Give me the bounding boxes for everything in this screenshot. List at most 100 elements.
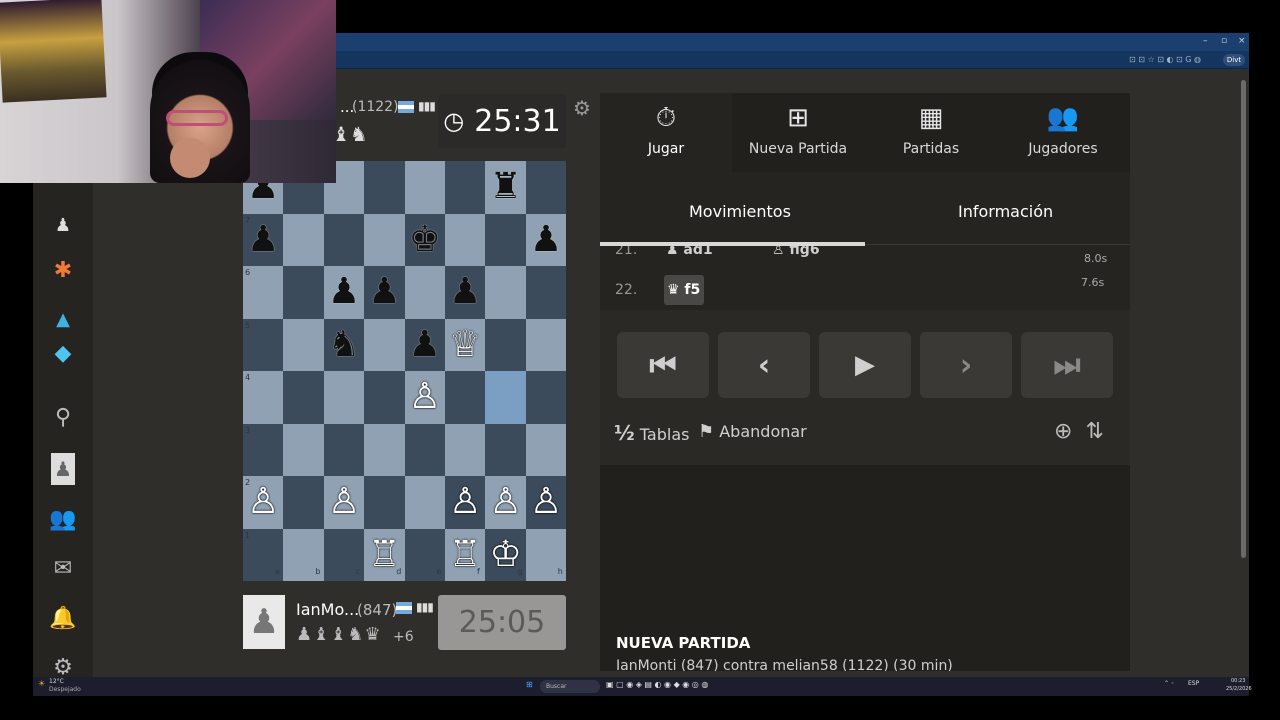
next-move-button[interactable]: ›: [920, 332, 1012, 398]
bell-icon[interactable]: 🔔: [49, 604, 77, 632]
piece-g2[interactable]: ♙: [485, 476, 525, 529]
player-name[interactable]: IanMo...: [296, 600, 359, 619]
maximize-button[interactable]: ▫: [1221, 36, 1227, 46]
square-c4[interactable]: [323, 371, 365, 424]
resign-button[interactable]: ⚑ Abandonar: [698, 421, 807, 442]
square-b2[interactable]: [283, 476, 324, 529]
square-e2[interactable]: [404, 476, 445, 529]
divider: [865, 244, 1130, 245]
square-e3[interactable]: [404, 423, 445, 476]
tab-partidas[interactable]: ▦ Partidas: [865, 93, 997, 172]
language-indicator[interactable]: ESP: [1188, 680, 1199, 687]
piece-h7[interactable]: ♟: [526, 214, 566, 267]
friends-icon[interactable]: 👥: [49, 505, 77, 533]
square-g7[interactable]: [485, 213, 526, 266]
extension-icon[interactable]: ⊡ ⊡ ☆ ⊡ ◐ ⊡ G ◍: [1129, 55, 1201, 64]
square-d5[interactable]: [364, 318, 405, 371]
square-d8[interactable]: [364, 161, 405, 214]
pawn-icon[interactable]: ♟: [49, 211, 77, 239]
search-icon[interactable]: ⚲: [49, 403, 77, 431]
taskbar-apps[interactable]: ▣ ▢ ◉ ◈ ▤ ◐ ◉ ◆ ◉ ◎ ◍: [606, 680, 708, 689]
tab-informacion[interactable]: Información: [958, 202, 1053, 221]
move-black[interactable]: ♙ fig6: [772, 246, 820, 258]
clock-time[interactable]: 00:23: [1231, 678, 1245, 684]
square-c3[interactable]: [323, 423, 365, 476]
first-move-button[interactable]: ⏮: [617, 332, 709, 398]
piece-e7[interactable]: ♚: [405, 214, 445, 267]
play-button[interactable]: ▶: [819, 332, 911, 398]
close-button[interactable]: ×: [1238, 36, 1246, 46]
clock-date[interactable]: 25/2/2026: [1226, 686, 1252, 692]
opponent-clock: ◷ 25:31: [438, 94, 566, 148]
piece-f6[interactable]: ♟: [445, 266, 485, 319]
square-f7[interactable]: [445, 213, 486, 266]
piece-f2[interactable]: ♙: [445, 476, 485, 529]
previous-move-button[interactable]: ‹: [718, 332, 810, 398]
add-pawn-icon[interactable]: ⊕: [1054, 419, 1072, 444]
tab-jugadores[interactable]: 👥 Jugadores: [997, 93, 1129, 172]
piece-a7[interactable]: ♟: [243, 214, 283, 267]
square-g6[interactable]: [485, 266, 526, 319]
square-b3[interactable]: [283, 423, 324, 476]
square-d2[interactable]: [364, 476, 405, 529]
weather-icon[interactable]: ☀: [38, 679, 45, 688]
square-b7[interactable]: [283, 213, 324, 266]
minimize-button[interactable]: –: [1203, 36, 1208, 46]
last-move-button[interactable]: ⏭: [1021, 332, 1113, 398]
square-e8[interactable]: [404, 161, 445, 214]
piece-c6[interactable]: ♟: [324, 266, 364, 319]
piece-a2[interactable]: ♙: [243, 476, 283, 529]
square-d7[interactable]: [364, 213, 405, 266]
piece-c5[interactable]: ♞: [324, 319, 364, 372]
current-move[interactable]: ♛ f5: [667, 282, 700, 298]
tab-nueva-partida[interactable]: ⊞ Nueva Partida: [732, 93, 864, 172]
square-d3[interactable]: [364, 423, 405, 476]
square-e6[interactable]: [404, 266, 445, 319]
piece-d6[interactable]: ♟: [364, 266, 404, 319]
tab-jugar[interactable]: ⏱ Jugar: [600, 93, 732, 172]
square-f4[interactable]: [445, 371, 486, 424]
square-h5[interactable]: [525, 318, 567, 371]
square-f8[interactable]: [445, 161, 486, 214]
avatar[interactable]: ♟: [243, 595, 285, 649]
draw-button[interactable]: ½ Tablas: [614, 421, 689, 445]
square-d4[interactable]: [364, 371, 405, 424]
square-g3[interactable]: [485, 423, 526, 476]
square-h4[interactable]: [525, 371, 567, 424]
tab-movimientos[interactable]: Movimientos: [689, 202, 791, 221]
chessboard[interactable]: 87654321abcdefgh♟♜♟♚♟♟♟♟♞♟♕♙♙♙♙♙♙♖♖♔: [243, 161, 567, 582]
page-scrollbar[interactable]: [1241, 80, 1246, 558]
square-b6[interactable]: [283, 266, 324, 319]
square-h3[interactable]: [525, 423, 567, 476]
board-settings-icon[interactable]: ⚙: [573, 96, 591, 120]
windows-start-icon[interactable]: ⊞: [526, 680, 533, 689]
flip-board-icon[interactable]: ⇅: [1085, 419, 1103, 444]
square-g4[interactable]: [485, 371, 526, 424]
move-white[interactable]: ♟ ad1: [666, 246, 713, 258]
piece-f5[interactable]: ♕: [445, 319, 485, 372]
piece-g1[interactable]: ♔: [485, 529, 525, 582]
square-c7[interactable]: [323, 213, 365, 266]
square-b5[interactable]: [283, 318, 324, 371]
piece-f1[interactable]: ♖: [445, 529, 485, 582]
square-f3[interactable]: [445, 423, 486, 476]
piece-d1[interactable]: ♖: [364, 529, 404, 582]
system-tray[interactable]: ⌃ ◦: [1164, 680, 1174, 687]
taskbar-search[interactable]: Buscar: [540, 680, 600, 693]
piece-g8[interactable]: ♜: [485, 161, 525, 214]
piece-h2[interactable]: ♙: [526, 476, 566, 529]
mail-icon[interactable]: ✉: [49, 554, 77, 582]
pawn-card-icon[interactable]: ♟: [51, 453, 75, 485]
profile-button[interactable]: Divt: [1223, 54, 1245, 66]
move-time: 7.6s: [1081, 276, 1105, 289]
puzzle-icon[interactable]: ✱: [49, 256, 77, 284]
square-h8[interactable]: [525, 161, 567, 214]
learn-icon[interactable]: ▲: [49, 305, 77, 333]
piece-e5[interactable]: ♟: [405, 319, 445, 372]
square-b4[interactable]: [283, 371, 324, 424]
piece-e4[interactable]: ♙: [405, 371, 445, 424]
square-h6[interactable]: [525, 266, 567, 319]
diamond-icon[interactable]: ◆: [49, 339, 77, 367]
piece-c2[interactable]: ♙: [324, 476, 364, 529]
square-g5[interactable]: [485, 318, 526, 371]
